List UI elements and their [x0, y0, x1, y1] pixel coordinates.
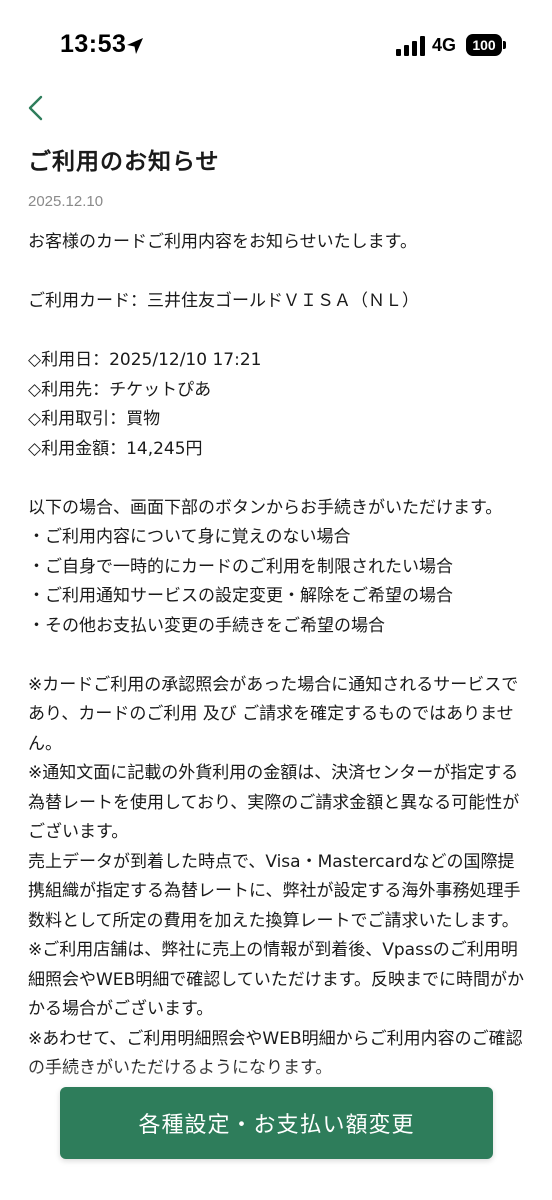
procedure-item: ・ご利用通知サービスの設定変更・解除をご希望の場合	[28, 586, 453, 606]
back-button[interactable]	[18, 90, 54, 126]
detail-transaction: ◇利用取引：買物	[28, 409, 161, 429]
note-confirmation: ※あわせて、ご利用明細照会やWEB明細からご利用内容のご確認の手続きがいただける…	[28, 1028, 523, 1079]
status-time: 13:53	[60, 30, 127, 58]
detail-date: ◇利用日：2025/12/10 17:21	[28, 350, 262, 370]
card-name: ご利用カード：三井住友ゴールドＶＩＳＡ（ＮＬ）	[28, 291, 419, 311]
procedure-item: ・その他お支払い変更の手続きをご希望の場合	[28, 615, 385, 636]
note-approval: ※カードご利用の承認照会があった場合に通知されるサービスであり、カードのご利用 …	[28, 674, 519, 754]
location-arrow-icon	[127, 38, 143, 54]
notice-body: お客様のカードご利用内容をお知らせいたします。 ご利用カード：三井住友ゴールドＶ…	[28, 228, 528, 1084]
chevron-left-icon	[28, 95, 43, 121]
status-bar: 13:53 4G 100	[0, 0, 552, 90]
signal-bars-icon	[396, 36, 425, 56]
detail-amount: ◇利用金額：14,245円	[28, 438, 203, 459]
note-merchant: ※ご利用店舗は、弊社に売上の情報が到着後、Vpassのご利用明細照会やWEB明細…	[28, 940, 525, 1019]
procedure-item: ・ご自身で一時的にカードのご利用を制限されたい場合	[28, 556, 453, 577]
note-foreign-currency: ※通知文面に記載の外貨利用の金額は、決済センターが指定する為替レートを使用してお…	[28, 763, 520, 842]
battery-icon: 100	[466, 34, 502, 56]
network-label: 4G	[432, 35, 457, 55]
procedure-item: ・ご利用内容について身に覚えのない場合	[28, 527, 351, 547]
screen: 13:53 4G 100 ご利用のお知らせ 2025.12.10 お客様のカード…	[0, 0, 552, 1200]
settings-payment-change-button[interactable]: 各種設定・お支払い額変更	[60, 1087, 493, 1159]
page-title: ご利用のお知らせ	[28, 149, 220, 175]
intro-text: お客様のカードご利用内容をお知らせいたします。	[28, 232, 417, 252]
battery-tip	[503, 41, 506, 49]
procedure-intro: 以下の場合、画面下部のボタンからお手続きがいただけます。	[28, 497, 503, 518]
detail-merchant: ◇利用先：チケットぴあ	[28, 379, 212, 400]
notice-date: 2025.12.10	[28, 193, 104, 210]
note-exchange-rate: 売上データが到着した時点で、Visa・Mastercardなどの国際提携組織が指…	[28, 851, 521, 931]
